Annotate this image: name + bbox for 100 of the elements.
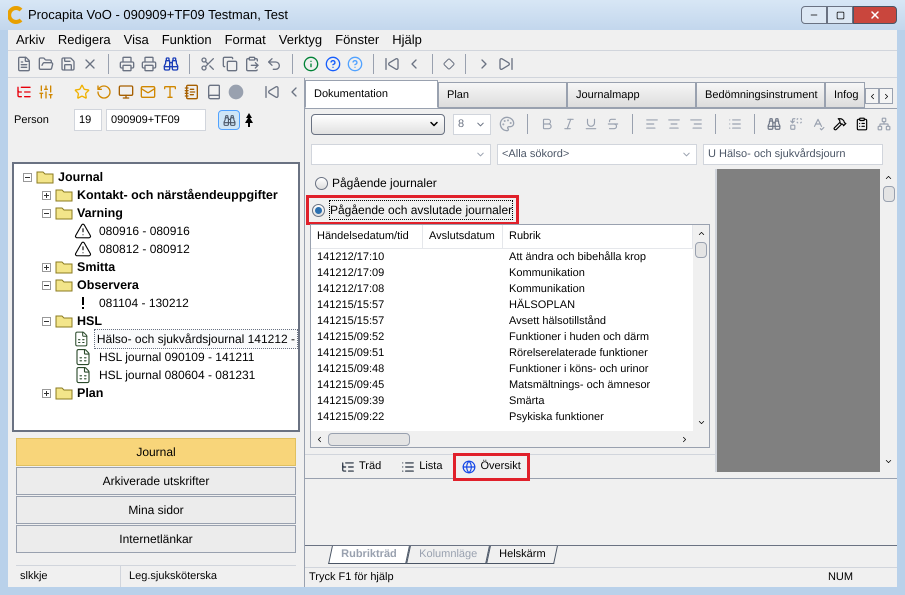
sheet-tab[interactable]: Helskärm [486,546,558,564]
font-dropdown[interactable] [311,114,445,134]
first-icon[interactable] [264,84,280,100]
menu-item[interactable]: Hjälp [392,30,422,50]
menu-item[interactable]: Redigera [58,30,111,50]
radio-label[interactable]: Pågående och avslutade journaler [329,200,514,220]
cut-icon[interactable] [200,56,216,72]
hammer-icon[interactable] [833,117,847,131]
navigation-button[interactable]: Mina sidor [16,496,296,524]
navigation-button[interactable]: Internetlänkar [16,525,296,553]
mail-icon[interactable] [140,84,156,100]
minimize-button[interactable] [801,6,827,24]
tree-item[interactable]: 080812 - 080912 [96,239,193,259]
clipboard-icon[interactable] [855,117,869,131]
person-id-field[interactable]: 090909+TF09 [106,109,206,131]
letter-icon[interactable] [162,84,178,100]
tree-folder[interactable]: Observera [77,276,139,294]
view-tab[interactable]: Översikt [456,456,527,478]
network-icon[interactable] [877,117,891,131]
journal-field[interactable]: U Hälso- och sjukvårdsjourn [703,144,883,164]
view-tab[interactable]: Lista [395,456,448,478]
menu-item[interactable]: Fönster [335,30,380,50]
tab[interactable]: Plan [438,82,567,108]
radio-button[interactable] [312,204,325,216]
menu-item[interactable]: Format [224,30,266,50]
context-help-icon[interactable] [347,56,363,72]
diamond-icon[interactable] [443,58,455,70]
binoculars-icon[interactable] [163,56,179,72]
expand-icon[interactable] [42,262,51,272]
align-right-icon[interactable] [689,117,704,131]
tree-folder[interactable]: HSL [77,312,102,330]
tree-item[interactable]: 081104 - 130212 [96,293,192,313]
keyword-dropdown[interactable]: <Alla sökord> [497,144,697,164]
navigation-button[interactable]: Journal [16,438,296,466]
search-person-button[interactable] [218,110,240,130]
paste-icon[interactable] [244,56,260,72]
view-tab[interactable]: Träd [335,456,388,478]
tab[interactable]: Bedömningsinstrument [696,82,825,108]
book-icon[interactable] [206,84,222,100]
person-number-field[interactable]: 19 [74,109,102,131]
navigation-button[interactable]: Arkiverade utskrifter [16,467,296,495]
underline-icon[interactable] [584,117,598,131]
globe-icon[interactable] [462,460,476,474]
tree-item[interactable]: Hälso- och sjukvårdsjournal 141212 - [94,329,298,349]
last-icon[interactable] [498,56,514,72]
spellcheck-icon[interactable] [811,117,825,131]
menu-item[interactable]: Arkiv [16,30,45,50]
bold-icon[interactable] [540,117,554,131]
tree-folder[interactable]: Kontakt- och närståendeuppgifter [77,186,278,204]
horizontal-scrollbar[interactable] [311,431,693,448]
first-icon[interactable] [384,56,400,72]
notebook-icon[interactable] [184,84,200,100]
tree-item[interactable]: 080916 - 080916 [96,221,193,241]
tab[interactable]: Infog [825,82,865,108]
radio-label[interactable]: Pågående journaler [332,174,437,192]
save-icon[interactable] [60,56,76,72]
column-header[interactable]: Avslutsdatum [423,224,503,248]
list-icon[interactable] [401,460,416,474]
scrollbar-thumb[interactable] [328,432,410,446]
open-folder-icon[interactable] [38,56,54,72]
star-icon[interactable] [74,84,90,100]
align-center-icon[interactable] [667,117,682,131]
menu-item[interactable]: Visa [124,30,149,50]
tree-icon[interactable] [341,460,355,474]
binoculars-icon[interactable] [767,117,781,131]
collapse-icon[interactable] [23,172,32,182]
strikethrough-icon[interactable] [606,117,620,131]
collapse-icon[interactable] [42,208,51,218]
copy-icon[interactable] [222,56,238,72]
maximize-button[interactable] [827,6,853,24]
monitor-icon[interactable] [118,84,134,100]
scrollbar-thumb[interactable] [882,186,894,202]
scroll-right-button[interactable] [879,88,893,104]
align-left-icon[interactable] [645,117,660,131]
vertical-scrollbar[interactable] [693,224,709,448]
tree-folder[interactable]: Smitta [77,258,116,276]
menu-item[interactable]: Verktyg [278,30,322,50]
printer-icon[interactable] [119,56,135,72]
scroll-left-button[interactable] [865,88,879,104]
circle-icon[interactable] [228,84,244,100]
radio-button[interactable] [315,176,328,190]
palette-icon[interactable] [499,116,516,132]
tree-folder[interactable]: Journal [58,168,104,186]
tab[interactable]: Journalmapp [567,82,696,108]
expand-icon[interactable] [42,388,51,398]
undo-arrow-icon[interactable] [96,84,112,100]
info-icon[interactable] [303,56,319,72]
help-icon[interactable] [325,56,341,72]
new-document-icon[interactable] [16,56,32,72]
scrollbar-thumb[interactable] [695,242,707,258]
collapse-icon[interactable] [42,280,51,290]
font-size-dropdown[interactable]: 8 [453,114,492,134]
expand-icon[interactable] [42,190,51,200]
tree-item[interactable]: HSL journal 090109 - 141211 [96,347,258,367]
close-button[interactable] [853,6,897,24]
tree-folder[interactable]: Varning [77,204,123,222]
menu-item[interactable]: Funktion [162,30,212,50]
tab[interactable]: Dokumentation [305,80,438,108]
replace-icon[interactable] [789,117,803,131]
tree-folder[interactable]: Plan [77,384,104,402]
